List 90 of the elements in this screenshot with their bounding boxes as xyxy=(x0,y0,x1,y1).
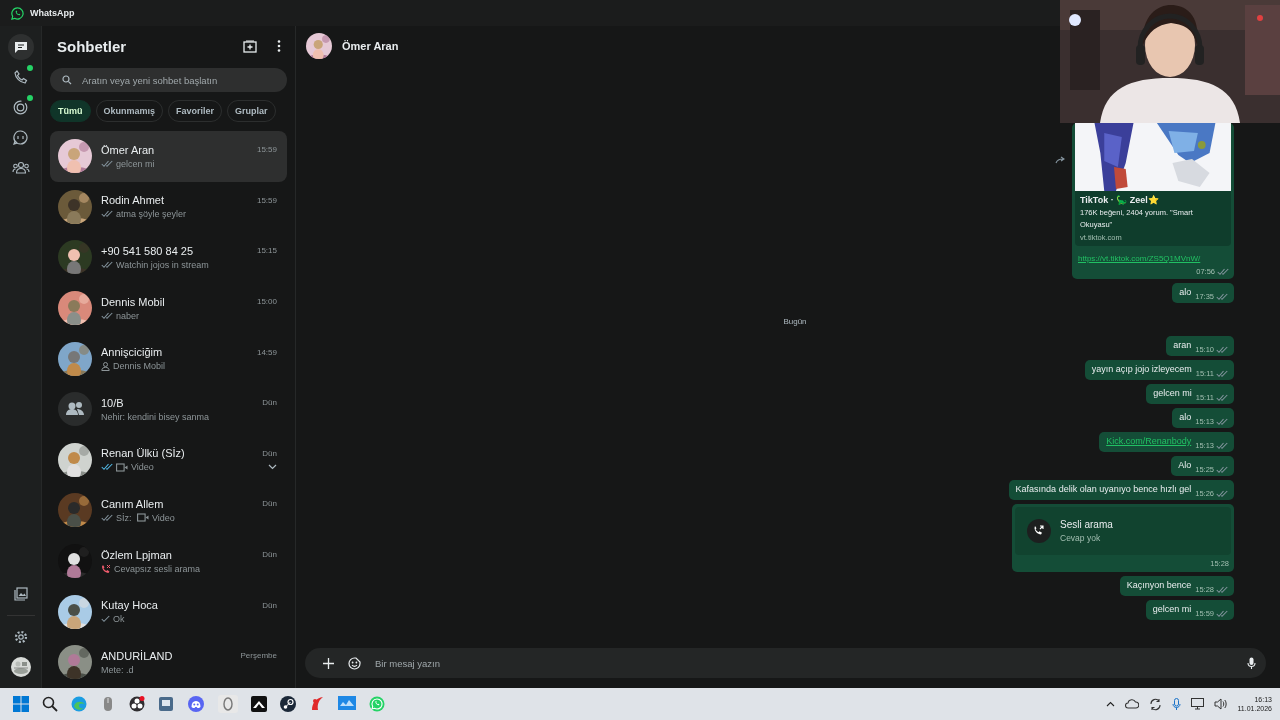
settings-icon[interactable] xyxy=(13,630,28,644)
contact-name: Annişciciğim xyxy=(101,346,163,359)
search-icon xyxy=(62,75,72,85)
filter-chip[interactable]: Gruplar xyxy=(227,100,276,122)
discord-icon[interactable] xyxy=(187,696,205,712)
call-title: Sesli arama xyxy=(1060,519,1113,530)
chat-list-item[interactable]: Renan Ülkü (Sİz) Dün Video xyxy=(50,434,287,486)
app-icon[interactable] xyxy=(251,696,267,712)
chat-time: 15:15 xyxy=(256,246,277,256)
sync-icon[interactable] xyxy=(1149,697,1163,711)
message-preview: Nehir: kendini bisey sanma xyxy=(101,411,210,422)
chat-time: 15:00 xyxy=(256,297,277,307)
contact-name: Canım Allem xyxy=(101,497,164,510)
contact-name: Rodin Ahmet xyxy=(101,194,164,207)
chats-icon[interactable] xyxy=(13,41,28,53)
volume-icon[interactable] xyxy=(1214,698,1228,710)
chat-list-item[interactable]: ANDURİLAND Perşembe Mete: .d xyxy=(50,636,287,688)
message-preview: gelcen mi xyxy=(116,158,155,169)
contact-name: ANDURİLAND xyxy=(101,649,173,662)
sidebar-title: Sohbetler xyxy=(57,37,127,55)
record-icon[interactable] xyxy=(129,696,145,712)
message-preview: Dennis Mobil xyxy=(113,361,166,372)
message-link[interactable]: https://vt.tiktok.com/ZS5Q1MVnW/ xyxy=(1075,246,1231,267)
contact-name: Ömer Aran xyxy=(342,40,399,52)
chat-list-item[interactable]: Canım Allem Dün Sİz: Video xyxy=(50,485,287,536)
chat-list-item[interactable]: +90 541 580 84 25 15:15 Watchin jojos in stream xyxy=(50,232,287,283)
display-icon[interactable] xyxy=(1191,698,1205,710)
message-preview: Watchin jojos in stream xyxy=(116,260,209,270)
filter-chip[interactable]: Favoriler xyxy=(168,100,223,122)
new-chat-icon[interactable] xyxy=(243,39,257,53)
call-status: Cevap yok xyxy=(1060,533,1102,543)
chat-list-item[interactable]: Annişciciğim 14:59 Dennis Mobil xyxy=(50,333,287,384)
date-label: Bugün xyxy=(783,317,807,326)
nav-button[interactable] xyxy=(7,34,34,60)
chat-time: Dün xyxy=(262,550,277,560)
chat-time: 15:59 xyxy=(256,145,277,155)
filter-chip[interactable]: Tümü xyxy=(50,100,91,122)
chat-time: Dün xyxy=(262,448,277,458)
search-field[interactable]: Aratın veya yeni sohbet başlatın xyxy=(50,68,287,92)
chat-list-item[interactable]: Dennis Mobil 15:00 naber xyxy=(50,282,287,334)
forward-icon[interactable] xyxy=(1055,156,1066,164)
contact-name: Ömer Aran xyxy=(101,143,155,156)
media-icon[interactable] xyxy=(13,587,28,601)
message-preview: Video xyxy=(131,462,154,473)
chat-list-item[interactable]: 10/B Dün Nehir: kendini bisey sanma xyxy=(50,383,287,435)
contact-name: Özlem Lpjman xyxy=(101,548,172,561)
communities-icon[interactable] xyxy=(11,160,30,174)
chat-time: Perşembe xyxy=(240,651,277,661)
chat-time: Dün xyxy=(262,398,277,408)
chat-list-item[interactable]: Ömer Aran 15:59 gelcen mi xyxy=(50,131,287,182)
microphone-icon[interactable] xyxy=(1247,656,1256,670)
message-preview: Video xyxy=(152,512,175,523)
message-preview: Sİz: xyxy=(116,512,133,523)
message-preview: Ok xyxy=(113,614,125,625)
contact-name: Renan Ülkü (Sİz) xyxy=(101,447,185,460)
message-input[interactable]: Bir mesaj yazın xyxy=(375,657,1233,669)
search-icon[interactable] xyxy=(42,696,58,712)
plus-icon[interactable] xyxy=(323,657,334,669)
chevron-down-icon[interactable] xyxy=(268,464,277,471)
sticker-icon[interactable] xyxy=(348,656,361,670)
window-title: WhatsApp xyxy=(30,8,75,18)
chat-list-item[interactable]: Kutay Hoca Dün Ok xyxy=(50,586,287,637)
message-field[interactable]: Bir mesaj yazın xyxy=(305,648,1266,678)
menu-icon[interactable] xyxy=(277,40,281,52)
phone-icon[interactable] xyxy=(13,70,28,84)
message-preview: Cevapsız sesli arama xyxy=(114,563,201,574)
chat-time: 15:59 xyxy=(256,195,277,205)
filter-chip[interactable]: Okunmamış xyxy=(95,100,164,122)
chat-time: 14:59 xyxy=(256,347,277,357)
windows-start-icon[interactable] xyxy=(13,696,29,712)
contact-name: Dennis Mobil xyxy=(101,295,165,308)
chat-list-item[interactable]: Rodin Ahmet 15:59 atma şöyle şeyler xyxy=(50,181,287,233)
whatsapp-logo-icon xyxy=(11,6,24,20)
status-icon[interactable] xyxy=(13,99,28,115)
call-icon xyxy=(1027,519,1051,543)
chat-time: Dün xyxy=(262,600,277,610)
message-preview: atma şöyle şeyler xyxy=(116,209,187,220)
message-link[interactable]: Kick.com/Renanbody xyxy=(1106,436,1192,450)
chat-list-item[interactable]: Özlem Lpjman Dün Cevapsız sesli arama xyxy=(50,535,287,587)
cloud-icon[interactable] xyxy=(1125,699,1140,709)
message-preview: naber xyxy=(116,310,140,321)
contact-name: Kutay Hoca xyxy=(101,599,158,612)
steam-icon[interactable] xyxy=(280,696,296,712)
contact-name: 10/B xyxy=(101,396,124,409)
link-title: TikTok · 🦕 Zeel⭐ xyxy=(1080,195,1160,205)
channels-icon[interactable] xyxy=(13,129,28,145)
chevron-up-icon[interactable] xyxy=(1106,701,1116,707)
contact-name: +90 541 580 84 25 xyxy=(101,245,194,257)
message-preview: Mete: .d xyxy=(101,664,134,675)
chat-time: Dün xyxy=(262,499,277,509)
